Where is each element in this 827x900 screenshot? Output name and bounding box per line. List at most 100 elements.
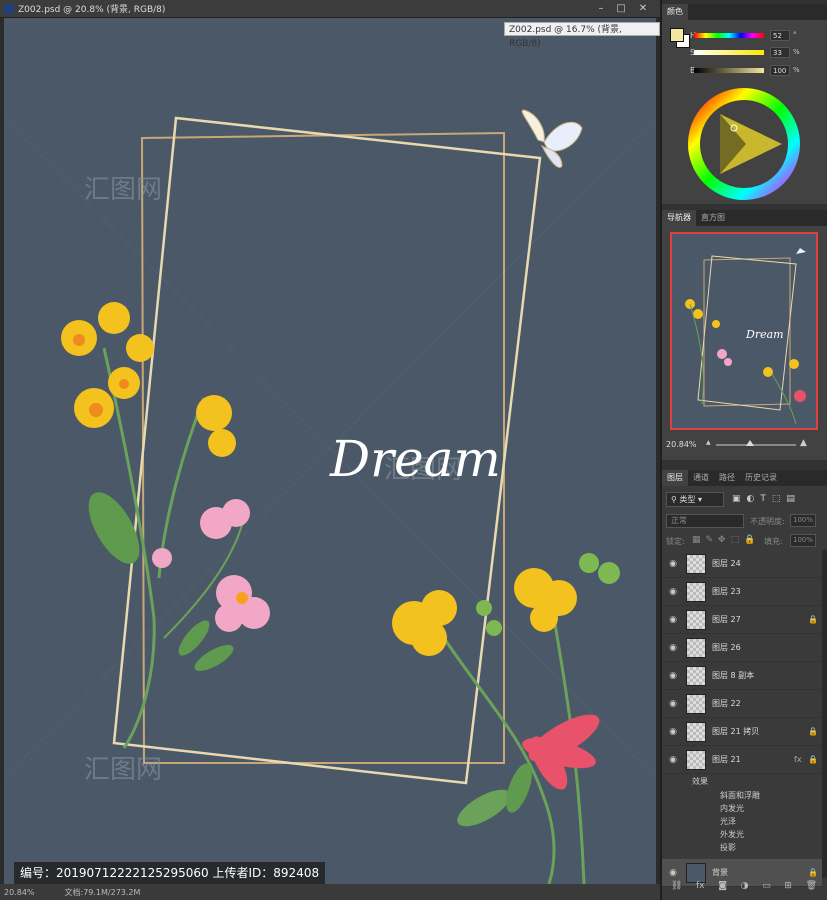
color-wheel[interactable]: [686, 88, 804, 200]
link-layers-icon[interactable]: ⛓: [671, 881, 682, 897]
visibility-eye-icon[interactable]: ◉: [662, 671, 684, 681]
layer-row[interactable]: ◉ 图层 21 fx 🔒: [662, 746, 822, 774]
saturation-slider[interactable]: [694, 49, 764, 55]
right-flowers: [392, 553, 620, 884]
status-doc-size[interactable]: 文档:79.1M/273.2M: [65, 887, 141, 898]
saturation-value[interactable]: 33: [770, 46, 790, 58]
status-zoom[interactable]: 20.84%: [4, 888, 35, 897]
document-window: Z002.psd @ 20.8% (背景, RGB/8) – □ ✕ 汇图网 汇…: [0, 0, 660, 900]
layers-panel-tabs: 图层 通道 路径 历史记录: [662, 470, 827, 486]
zoom-out-mountain-icon[interactable]: ▲: [706, 439, 711, 446]
layers-scrollbar[interactable]: [822, 550, 827, 878]
lock-icon: 🔒: [808, 868, 818, 877]
layer-thumbnail: [686, 862, 706, 883]
navigator-dream-text: Dream: [746, 328, 784, 341]
brightness-label: B: [690, 65, 696, 75]
fx-icon[interactable]: fx: [696, 881, 705, 897]
canvas[interactable]: 汇图网 汇图网 汇图网 Dream: [4, 18, 656, 884]
navigator-zoom[interactable]: 20.84%: [666, 440, 697, 449]
layer-thumbnail: [686, 553, 706, 574]
opacity-input[interactable]: 100%: [790, 514, 816, 527]
document-titlebar[interactable]: Z002.psd @ 20.8% (背景, RGB/8) – □ ✕: [0, 0, 660, 18]
lock-icon: 🔒: [808, 755, 818, 764]
layer-name: 图层 21: [712, 755, 741, 764]
effect-item[interactable]: 外发光: [720, 829, 744, 842]
tab-histogram[interactable]: 直方图: [696, 210, 730, 226]
visibility-eye-icon[interactable]: ◉: [662, 559, 684, 569]
opacity-label: 不透明度:: [750, 517, 785, 526]
blend-mode-select[interactable]: 正常: [666, 514, 744, 528]
zoom-slider-handle[interactable]: [746, 440, 754, 446]
lock-icons[interactable]: ▦✎✥⬚🔒: [692, 535, 760, 545]
layer-row[interactable]: ◉ 图层 26: [662, 634, 822, 662]
maximize-button[interactable]: □: [614, 2, 628, 16]
layer-fx-badge[interactable]: fx: [794, 755, 808, 764]
photoshop-icon: [4, 3, 14, 14]
layer-row[interactable]: ◉ 图层 24: [662, 550, 822, 578]
tab-color[interactable]: 颜色: [662, 4, 688, 20]
lock-label: 锁定:: [666, 537, 685, 546]
close-button[interactable]: ✕: [636, 2, 650, 16]
brightness-value[interactable]: 100: [770, 64, 790, 76]
saturation-slider-row: S 33 %: [668, 45, 818, 59]
layer-name: 图层 23: [712, 587, 741, 596]
layer-filter-icons[interactable]: ▣◐T⬚▤: [732, 494, 801, 504]
navigator-panel-tabs: 导航器 直方图: [662, 210, 827, 226]
tab-paths[interactable]: 路径: [714, 470, 740, 486]
layers-list: ◉ 图层 24 ◉ 图层 23 ◉ 图层 27 🔒 ◉ 图层 26 ◉ 图层 8 副本 ◉ 图层 22 ◉…: [662, 550, 822, 887]
effect-item[interactable]: 投影: [720, 842, 736, 855]
navigator-preview[interactable]: Dream: [670, 232, 818, 430]
navigator-zoom-slider[interactable]: [716, 444, 796, 446]
tab-channels[interactable]: 通道: [688, 470, 714, 486]
visibility-eye-icon[interactable]: ◉: [662, 615, 684, 625]
navigator-thumbnail: [685, 248, 806, 425]
minimize-button[interactable]: –: [594, 2, 608, 16]
tab-history[interactable]: 历史记录: [740, 470, 782, 486]
layer-name: 图层 22: [712, 699, 741, 708]
tab-navigator[interactable]: 导航器: [662, 210, 696, 226]
right-panels: 颜色 H 52 ° S 33 % B 100 % 导航器 直方图 Dream 2…: [660, 0, 827, 900]
effects-label[interactable]: 效果: [692, 776, 708, 789]
layer-row[interactable]: ◉ 图层 23: [662, 578, 822, 606]
layer-row[interactable]: ◉ 图层 22: [662, 690, 822, 718]
effect-item[interactable]: 内发光: [720, 803, 744, 816]
brightness-slider[interactable]: [694, 67, 764, 73]
layer-name: 图层 27: [712, 615, 741, 624]
document-tooltip: Z002.psd @ 16.7% (背景, RGB/8): [504, 22, 660, 49]
layer-thumbnail: [686, 609, 706, 630]
visibility-eye-icon[interactable]: ◉: [662, 727, 684, 737]
effect-item[interactable]: 光泽: [720, 816, 736, 829]
fill-label: 填充:: [764, 537, 783, 546]
layer-thumbnail: [686, 665, 706, 686]
hue-value[interactable]: 52: [770, 29, 790, 41]
layer-thumbnail: [686, 637, 706, 658]
visibility-eye-icon[interactable]: ◉: [662, 587, 684, 597]
visibility-eye-icon[interactable]: ◉: [662, 755, 684, 765]
layer-name: 图层 21 拷贝: [712, 727, 760, 736]
brightness-unit: %: [793, 66, 800, 74]
foreground-swatch[interactable]: [670, 28, 684, 42]
layer-row[interactable]: ◉ 图层 27 🔒: [662, 606, 822, 634]
adjustment-layer-icon[interactable]: ◑: [741, 881, 749, 897]
effect-item[interactable]: 斜面和浮雕: [720, 790, 760, 803]
layer-filter-label: 类型: [679, 495, 696, 504]
new-group-icon[interactable]: ▭: [762, 881, 771, 897]
left-flowers: [61, 302, 270, 749]
visibility-eye-icon[interactable]: ◉: [662, 699, 684, 709]
delete-layer-icon[interactable]: 🗑: [806, 881, 817, 897]
layer-row[interactable]: ◉ 图层 21 拷贝 🔒: [662, 718, 822, 746]
layer-filter-select[interactable]: ⚲ 类型 ▾: [666, 492, 724, 507]
fill-input[interactable]: 100%: [790, 534, 816, 547]
tab-layers[interactable]: 图层: [662, 470, 688, 486]
visibility-eye-icon[interactable]: ◉: [662, 868, 684, 878]
new-layer-icon[interactable]: ⊞: [784, 881, 792, 897]
visibility-eye-icon[interactable]: ◉: [662, 643, 684, 653]
document-title: Z002.psd @ 20.8% (背景, RGB/8): [18, 5, 166, 15]
layer-name: 图层 24: [712, 559, 741, 568]
hue-slider[interactable]: [694, 32, 764, 38]
zoom-in-mountain-icon[interactable]: ▲: [800, 438, 807, 448]
add-mask-icon[interactable]: ◙: [718, 881, 727, 897]
layer-thumbnail: [686, 721, 706, 742]
layer-row[interactable]: ◉ 图层 8 副本: [662, 662, 822, 690]
watermark-caption: 编号：20190712222125295060 上传者ID：892408: [14, 862, 326, 884]
